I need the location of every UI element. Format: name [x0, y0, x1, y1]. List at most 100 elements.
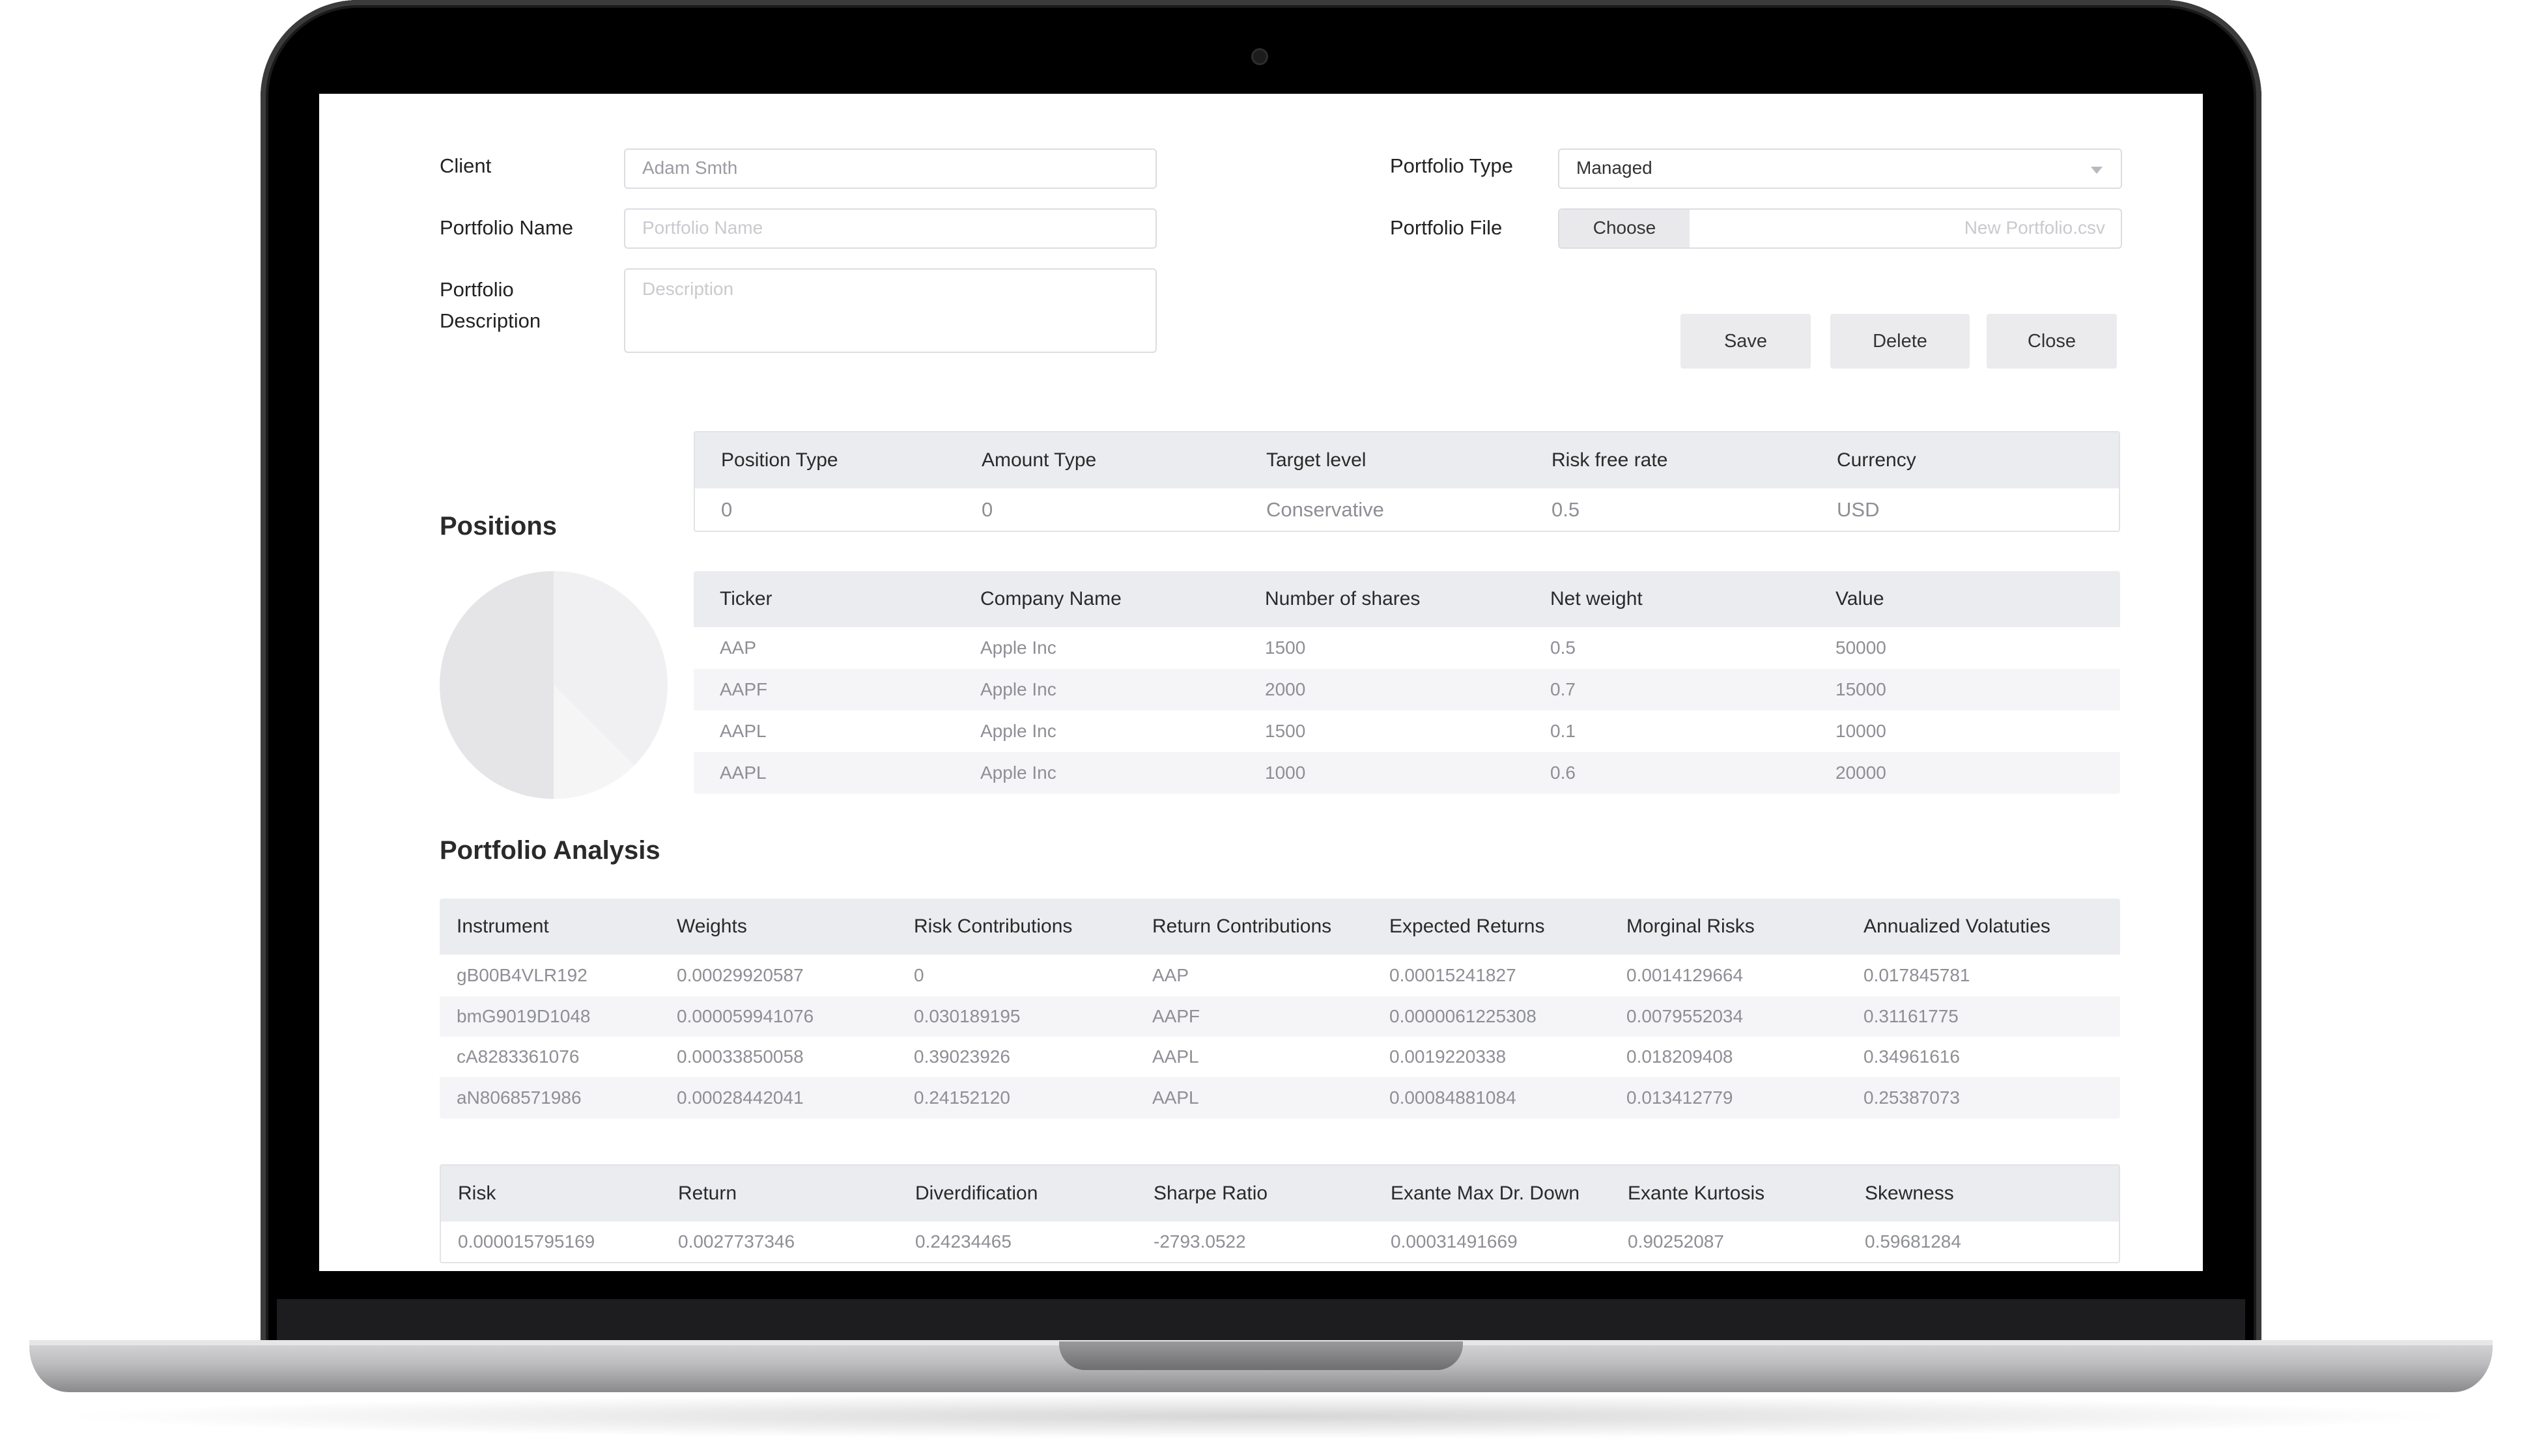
chevron-down-icon [2091, 167, 2103, 174]
portfolio-type-value: Managed [1576, 158, 1652, 178]
table-cell: 0.24152120 [914, 1087, 1010, 1108]
positions-title: Positions [440, 512, 558, 540]
table-cell: AAP [1152, 965, 1189, 985]
column-header: Value [1835, 588, 1884, 609]
column-header: Sharpe Ratio [1154, 1183, 1268, 1204]
portfolio-type-select[interactable]: Managed [1558, 148, 2122, 189]
table-cell: 0.90252087 [1628, 1231, 1724, 1252]
column-header: Return Contributions [1152, 916, 1332, 937]
table-header-row: Position Type Amount Type Target level R… [695, 432, 2119, 488]
table-cell: AAPF [1152, 1006, 1200, 1026]
table-cell: 1000 [1265, 763, 1306, 783]
table-cell: 0.013412779 [1626, 1087, 1733, 1108]
table-cell: 0.017845781 [1863, 965, 1970, 985]
column-header: Annualized Volatuties [1863, 916, 2050, 937]
table-cell: 0.018209408 [1626, 1046, 1733, 1067]
table-row[interactable]: bmG9019D1048 0.000059941076 0.030189195 … [440, 996, 2120, 1037]
file-name-text: New Portfolio.csv [1964, 217, 2105, 238]
column-header: Risk [458, 1183, 496, 1204]
table-cell: 0.34961616 [1863, 1046, 1960, 1067]
table-cell: 0.7 [1550, 679, 1576, 699]
table-cell: 0.030189195 [914, 1006, 1021, 1026]
column-header: Net weight [1550, 588, 1643, 609]
table-row[interactable]: AAPF Apple Inc 2000 0.7 15000 [694, 669, 2120, 710]
portfolio-description-label-line2: Description [440, 309, 541, 332]
column-header: Ticker [720, 588, 772, 609]
portfolio-name-field[interactable]: Portfolio Name [624, 208, 1157, 249]
laptop-chin [277, 1299, 2245, 1345]
table-row[interactable]: cA8283361076 0.00033850058 0.39023926 AA… [440, 1037, 2120, 1077]
table-cell: Apple Inc [980, 679, 1056, 699]
column-header: Risk Contributions [914, 916, 1073, 937]
table-cell: -2793.0522 [1154, 1231, 1246, 1252]
table-header-row: Instrument Weights Risk Contributions Re… [440, 899, 2120, 955]
column-header: Currency [1837, 449, 1916, 471]
column-header: Exante Max Dr. Down [1391, 1183, 1580, 1204]
column-header: Morginal Risks [1626, 916, 1755, 937]
portfolio-description-field[interactable]: Description [624, 268, 1157, 353]
table-cell: Conservative [1266, 497, 1384, 521]
table-cell: cA8283361076 [457, 1046, 580, 1067]
column-header: Instrument [457, 916, 549, 937]
table-cell: gB00B4VLR192 [457, 965, 588, 985]
table-row[interactable]: gB00B4VLR192 0.00029920587 0 AAP 0.00015… [440, 955, 2120, 996]
table-cell: 0.00028442041 [677, 1087, 804, 1108]
table-cell: 0.5 [1550, 637, 1576, 658]
table-cell: 0.00015241827 [1389, 965, 1516, 985]
column-header: Diverdification [915, 1183, 1038, 1204]
delete-button[interactable]: Delete [1830, 314, 1970, 369]
table-row[interactable]: AAPL Apple Inc 1000 0.6 20000 [694, 752, 2120, 794]
portfolio-file-field: Choose New Portfolio.csv [1558, 208, 2122, 249]
column-header: Target level [1266, 449, 1367, 471]
table-cell: 0.59681284 [1865, 1231, 1961, 1252]
column-header: Amount Type [982, 449, 1097, 471]
table-cell: AAPL [1152, 1046, 1199, 1067]
table-cell: 0.0014129664 [1626, 965, 1744, 985]
table-cell: AAPF [720, 679, 768, 699]
table-header-row: Risk Return Diverdification Sharpe Ratio… [441, 1166, 2119, 1222]
table-cell: 0.000059941076 [677, 1006, 814, 1026]
table-cell: Apple Inc [980, 721, 1056, 741]
table-row[interactable]: AAPL Apple Inc 1500 0.1 10000 [694, 710, 2120, 752]
table-cell: 50000 [1835, 637, 1886, 658]
close-button[interactable]: Close [1987, 314, 2117, 369]
table-cell: AAPL [720, 721, 767, 741]
choose-file-button[interactable]: Choose [1559, 210, 1690, 247]
table-cell: 0.0079552034 [1626, 1006, 1744, 1026]
position-settings-table: Position Type Amount Type Target level R… [694, 431, 2120, 532]
portfolio-summary-table: Risk Return Diverdification Sharpe Ratio… [440, 1164, 2120, 1263]
table-row[interactable]: AAP Apple Inc 1500 0.5 50000 [694, 627, 2120, 669]
table-header-row: Ticker Company Name Number of shares Net… [694, 571, 2120, 627]
table-cell: 0.0000061225308 [1389, 1006, 1537, 1026]
table-cell: bmG9019D1048 [457, 1006, 591, 1026]
client-field[interactable]: Adam Smth [624, 148, 1157, 189]
save-button[interactable]: Save [1680, 314, 1811, 369]
table-cell: 0.6 [1550, 763, 1576, 783]
table-cell: 0.5 [1551, 497, 1580, 521]
table-cell: 0.0019220338 [1389, 1046, 1507, 1067]
holdings-table: Ticker Company Name Number of shares Net… [694, 571, 2120, 794]
table-cell: AAP [720, 637, 757, 658]
portfolio-type-label: Portfolio Type [1390, 154, 1513, 177]
column-header: Position Type [721, 449, 838, 471]
column-header: Exante Kurtosis [1628, 1183, 1765, 1204]
laptop-shadow [52, 1393, 2470, 1439]
portfolio-description-label-line1: Portfolio [440, 278, 514, 301]
column-header: Weights [677, 916, 747, 937]
table-cell: 0.39023926 [914, 1046, 1010, 1067]
app-screen: Client Adam Smth Portfolio Name Portfoli… [319, 94, 2203, 1271]
laptop-notch [1059, 1341, 1463, 1370]
table-row[interactable]: aN8068571986 0.00028442041 0.24152120 AA… [440, 1077, 2120, 1119]
table-cell: 20000 [1835, 763, 1886, 783]
table-cell: 0 [914, 965, 924, 985]
client-label: Client [440, 154, 492, 177]
table-cell: USD [1837, 497, 1880, 521]
table-cell: 0.00033850058 [677, 1046, 804, 1067]
table-cell: 2000 [1265, 679, 1306, 699]
table-cell: 1500 [1265, 721, 1306, 741]
table-cell: 15000 [1835, 679, 1886, 699]
table-cell: 1500 [1265, 637, 1306, 658]
table-cell: 0.0027737346 [678, 1231, 795, 1252]
table-row: 0.000015795169 0.0027737346 0.24234465 -… [441, 1222, 2119, 1262]
table-cell: 0.24234465 [915, 1231, 1012, 1252]
